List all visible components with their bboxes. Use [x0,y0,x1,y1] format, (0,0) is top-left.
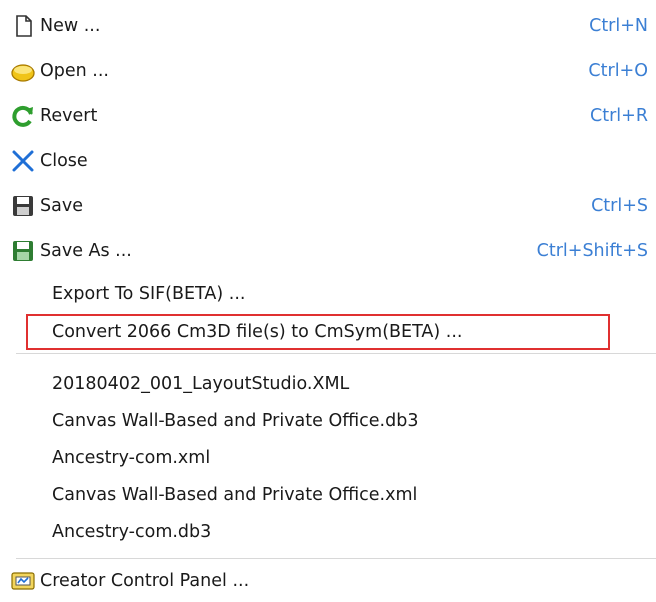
recent-file-item[interactable]: Ancestry-com.xml [0,438,656,478]
recent-file-item[interactable]: Canvas Wall-Based and Private Office.db3 [0,401,656,441]
recent-file-label: Ancestry-com.db3 [52,522,212,542]
menu-item-export-sif-label: Export To SIF(BETA) ... [52,284,246,304]
save-icon [10,193,36,219]
close-icon [10,148,36,174]
menu-item-save-as-shortcut: Ctrl+Shift+S [536,241,648,261]
menu-item-revert-shortcut: Ctrl+R [590,106,648,126]
menu-item-creator-control-panel[interactable]: Creator Control Panel ... [0,561,656,601]
recent-file-label: Canvas Wall-Based and Private Office.xml [52,485,418,505]
menu-item-save-as[interactable]: Save As ... Ctrl+Shift+S [0,231,656,271]
file-menu: New ... Ctrl+N Open ... Ctrl+O Revert Ct… [0,0,656,602]
control-panel-icon [10,568,36,594]
menu-item-convert-cmsym[interactable]: Convert 2066 Cm3D file(s) to CmSym(BETA)… [0,312,656,352]
open-folder-icon [10,58,36,84]
menu-item-open-label: Open ... [40,61,109,81]
save-as-icon [10,238,36,264]
menu-item-save[interactable]: Save Ctrl+S [0,186,656,226]
recent-file-label: 20180402_001_LayoutStudio.XML [52,374,350,394]
separator [16,558,656,559]
menu-item-save-label: Save [40,196,83,216]
menu-item-open-shortcut: Ctrl+O [588,61,648,81]
menu-item-close-label: Close [40,151,88,171]
menu-item-creator-control-panel-label: Creator Control Panel ... [40,571,250,591]
recent-file-item[interactable]: Canvas Wall-Based and Private Office.xml [0,475,656,515]
new-file-icon [10,13,36,39]
menu-item-save-shortcut: Ctrl+S [591,196,648,216]
menu-item-save-as-label: Save As ... [40,241,132,261]
menu-item-revert[interactable]: Revert Ctrl+R [0,96,656,136]
menu-item-new-label: New ... [40,16,101,36]
menu-item-new-shortcut: Ctrl+N [589,16,648,36]
recent-file-label: Ancestry-com.xml [52,448,211,468]
recent-file-label: Canvas Wall-Based and Private Office.db3 [52,411,419,431]
menu-item-revert-label: Revert [40,106,98,126]
menu-item-export-sif[interactable]: Export To SIF(BETA) ... [0,274,656,314]
menu-item-new[interactable]: New ... Ctrl+N [0,6,656,46]
separator [16,353,656,354]
recent-file-item[interactable]: Ancestry-com.db3 [0,512,656,552]
menu-item-close[interactable]: Close [0,141,656,181]
revert-icon [10,103,36,129]
recent-file-item[interactable]: 20180402_001_LayoutStudio.XML [0,364,656,404]
menu-item-open[interactable]: Open ... Ctrl+O [0,51,656,91]
menu-item-convert-cmsym-label: Convert 2066 Cm3D file(s) to CmSym(BETA)… [52,322,463,342]
